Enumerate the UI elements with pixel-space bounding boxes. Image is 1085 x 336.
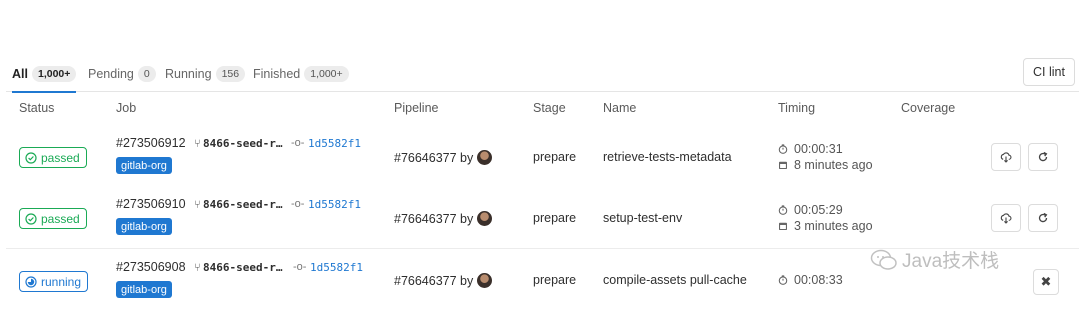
pipeline-cell: #76646377 by: [394, 150, 493, 165]
tab-label: Finished: [253, 67, 301, 81]
calendar-icon: [779, 161, 787, 169]
status-badge[interactable]: passed: [19, 208, 87, 229]
tab-all[interactable]: All 1,000+: [12, 56, 77, 93]
stopwatch-icon: [778, 205, 788, 215]
tag-badge: gitlab-org: [116, 157, 172, 174]
duration: 00:08:33: [778, 273, 843, 287]
cloud-download-icon: [1000, 152, 1012, 163]
column-header-coverage: Coverage: [901, 101, 956, 115]
commit-icon: -o-: [293, 261, 307, 273]
duration: 00:00:31: [778, 142, 843, 156]
job-id-link[interactable]: #273506910: [116, 197, 186, 211]
finished-ago-text: 3 minutes ago: [794, 219, 873, 233]
count-badge: 156: [215, 66, 246, 82]
branch-link[interactable]: 8466-seed-r…: [203, 198, 282, 211]
calendar-icon: [779, 222, 787, 230]
cancel-button[interactable]: ✖: [1033, 269, 1059, 295]
fork-icon: ⑂: [194, 262, 201, 274]
job-name: setup-test-env: [603, 211, 683, 225]
retry-icon: [1038, 212, 1048, 223]
avatar[interactable]: [477, 150, 493, 165]
job-tabs: All 1,000+ Pending 0 Running 156 Finishe…: [6, 56, 1079, 93]
retry-button[interactable]: [1028, 143, 1058, 171]
stopwatch-icon: [778, 275, 788, 285]
top-clipped-text: ‾ ‾ ‾ ‾ ‾: [0, 0, 1085, 6]
retry-icon: [1038, 151, 1048, 162]
retry-button[interactable]: [1028, 204, 1058, 232]
pipeline-cell: #76646377 by: [394, 273, 493, 288]
job-row: running #273506908 ⑂ 8466-seed-r… -o- 1d…: [6, 248, 1079, 309]
count-badge: 1,000+: [31, 66, 77, 82]
job-id-link[interactable]: #273506912: [116, 136, 186, 150]
tag-badge: gitlab-org: [116, 218, 172, 235]
finished-ago-text: 8 minutes ago: [794, 158, 873, 172]
cloud-download-icon: [1000, 213, 1012, 224]
tab-pending[interactable]: Pending 0: [88, 56, 156, 92]
pipeline-cell: #76646377 by: [394, 211, 493, 226]
job-row: passed #273506912 ⑂ 8466-seed-r… -o- 1d5…: [6, 126, 1079, 187]
commit-link[interactable]: 1d5582f1: [310, 261, 363, 274]
column-header-pipeline: Pipeline: [394, 101, 439, 115]
commit-icon: -o-: [291, 198, 305, 210]
tag-badge: gitlab-org: [116, 281, 172, 298]
running-circle-icon: [25, 275, 37, 288]
check-circle-icon: [25, 212, 37, 225]
tab-label: Running: [165, 67, 212, 81]
download-artifacts-button[interactable]: [991, 204, 1021, 232]
column-header-stage: Stage: [533, 101, 566, 115]
job-name: retrieve-tests-metadata: [603, 150, 732, 164]
stage-text: prepare: [533, 211, 577, 225]
column-header-timing: Timing: [778, 101, 816, 115]
count-badge: 0: [137, 66, 156, 82]
avatar[interactable]: [477, 211, 493, 226]
fork-icon: ⑂: [194, 199, 201, 211]
status-label: passed: [41, 211, 80, 226]
column-header-status: Status: [19, 101, 55, 115]
count-badge: 1,000+: [304, 66, 349, 82]
ci-lint-button[interactable]: CI lint: [1023, 58, 1075, 86]
duration-text: 00:08:33: [794, 273, 843, 287]
tab-label: Pending: [88, 67, 134, 81]
status-badge[interactable]: running: [19, 271, 89, 292]
job-row: passed #273506910 ⑂ 8466-seed-r… -o- 1d5…: [6, 187, 1079, 248]
pipeline-link[interactable]: #76646377 by: [394, 151, 473, 165]
pipeline-link[interactable]: #76646377 by: [394, 274, 473, 288]
job-id-link[interactable]: #273506908: [116, 260, 186, 274]
branch-link[interactable]: 8466-seed-r…: [203, 261, 282, 274]
commit-icon: -o-: [291, 137, 305, 149]
download-artifacts-button[interactable]: [991, 143, 1021, 171]
finished-ago: 3 minutes ago: [778, 219, 873, 233]
tab-running[interactable]: Running 156: [165, 56, 246, 92]
column-header-name: Name: [603, 101, 637, 115]
pipeline-link[interactable]: #76646377 by: [394, 212, 473, 226]
stage-text: prepare: [533, 273, 577, 287]
duration-text: 00:05:29: [794, 203, 843, 217]
status-label: passed: [41, 150, 80, 165]
column-header-job: Job: [116, 101, 137, 115]
duration-text: 00:00:31: [794, 142, 843, 156]
tab-finished[interactable]: Finished 1,000+: [253, 56, 349, 92]
fork-icon: ⑂: [194, 138, 201, 150]
duration: 00:05:29: [778, 203, 843, 217]
finished-ago: 8 minutes ago: [778, 158, 873, 172]
stage-text: prepare: [533, 150, 577, 164]
commit-link[interactable]: 1d5582f1: [308, 198, 361, 211]
job-name: compile-assets pull-cache: [603, 273, 747, 287]
avatar[interactable]: [477, 273, 493, 288]
stopwatch-icon: [778, 144, 788, 154]
commit-link[interactable]: 1d5582f1: [308, 137, 361, 150]
close-icon: ✖: [1040, 274, 1052, 289]
status-badge[interactable]: passed: [19, 147, 87, 168]
status-label: running: [41, 274, 82, 289]
branch-link[interactable]: 8466-seed-r…: [203, 137, 282, 150]
tab-label: All: [12, 67, 28, 81]
check-circle-icon: [25, 151, 37, 164]
